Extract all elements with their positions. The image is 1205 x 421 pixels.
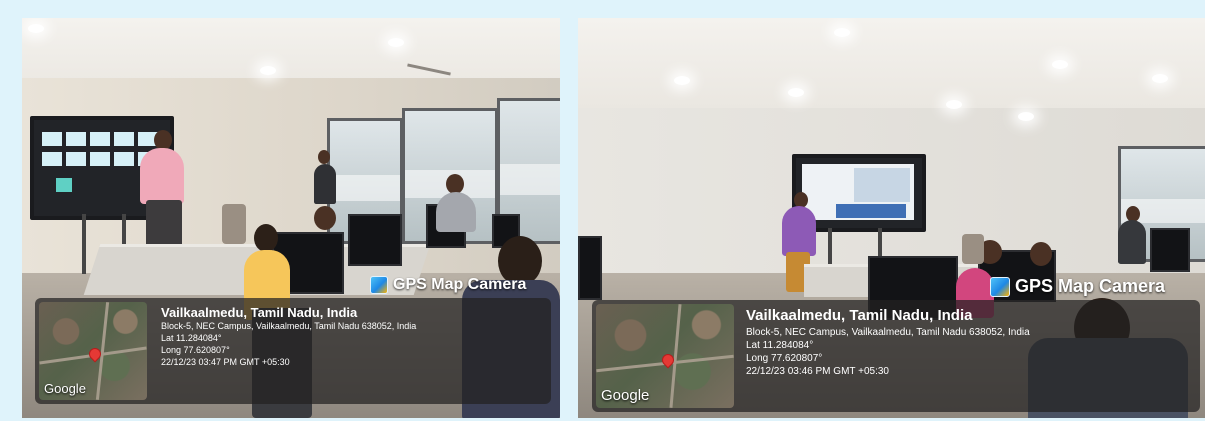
photographer-head bbox=[318, 150, 330, 164]
address-line: Block-5, NEC Campus, Vailkaalmedu, Tamil… bbox=[746, 326, 1030, 338]
geotag-details: Vailkaalmedu, Tamil Nadu, India Block-5,… bbox=[746, 306, 1030, 379]
ceiling-light bbox=[674, 76, 690, 85]
board-stand bbox=[828, 228, 832, 264]
ceiling-light bbox=[388, 38, 404, 47]
ceiling-light bbox=[1152, 74, 1168, 83]
attendee bbox=[436, 192, 476, 232]
brand-label: GPS Map Camera bbox=[393, 276, 527, 293]
attendee-head bbox=[446, 174, 464, 194]
attendee-head bbox=[314, 206, 336, 230]
brand-label: GPS Map Camera bbox=[1015, 276, 1166, 296]
gps-map-camera-icon bbox=[990, 276, 1010, 297]
photographer bbox=[314, 164, 336, 204]
latitude: Lat 11.284084° bbox=[746, 339, 814, 351]
place-name: Vailkaalmedu, Tamil Nadu, India bbox=[161, 305, 358, 320]
timestamp: 22/12/23 03:47 PM GMT +05:30 bbox=[161, 356, 290, 367]
chair bbox=[222, 204, 246, 244]
google-logo: Google bbox=[601, 387, 650, 404]
geotagged-photo-1: GPS Map Camera Google Vailkaalmedu, Tami… bbox=[22, 18, 560, 418]
computer-monitor bbox=[1150, 228, 1190, 272]
geotag-info-panel: Google Vailkaalmedu, Tamil Nadu, India B… bbox=[35, 298, 551, 404]
ceiling-light bbox=[946, 100, 962, 109]
computer-monitor bbox=[578, 236, 602, 300]
map-thumbnail: Google bbox=[596, 304, 734, 408]
geotag-info-panel: Google Vailkaalmedu, Tamil Nadu, India B… bbox=[592, 300, 1200, 412]
ceiling-light bbox=[788, 88, 804, 97]
gps-map-camera-badge: GPS Map Camera bbox=[370, 276, 526, 294]
gps-map-camera-icon bbox=[370, 276, 388, 294]
ceiling-light bbox=[1018, 112, 1034, 121]
board-stand bbox=[82, 214, 86, 274]
gps-map-camera-badge: GPS Map Camera bbox=[990, 276, 1165, 297]
google-logo: Google bbox=[44, 381, 86, 396]
attendee-head bbox=[1030, 242, 1052, 266]
geotagged-photo-2: GPS Map Camera Google Vailkaalmedu, Tami… bbox=[578, 18, 1205, 418]
presenter bbox=[782, 206, 816, 256]
longitude: Long 77.620807° bbox=[746, 353, 823, 365]
ceiling-light bbox=[28, 24, 44, 33]
latitude: Lat 11.284084° bbox=[161, 333, 222, 344]
chair bbox=[962, 234, 984, 264]
timestamp: 22/12/23 03:46 PM GMT +05:30 bbox=[746, 366, 889, 378]
presenter bbox=[140, 148, 184, 204]
attendee bbox=[1118, 220, 1146, 264]
ceiling-light bbox=[1052, 60, 1068, 69]
longitude: Long 77.620807° bbox=[161, 344, 230, 355]
computer-monitor bbox=[348, 214, 402, 266]
place-name: Vailkaalmedu, Tamil Nadu, India bbox=[746, 307, 973, 324]
geotag-details: Vailkaalmedu, Tamil Nadu, India Block-5,… bbox=[161, 304, 416, 369]
attendee-head bbox=[254, 224, 278, 252]
ceiling-light bbox=[260, 66, 276, 75]
map-thumbnail: Google bbox=[39, 302, 147, 400]
address-line: Block-5, NEC Campus, Vailkaalmedu, Tamil… bbox=[161, 321, 417, 332]
presenter-head bbox=[154, 130, 172, 150]
ceiling-light bbox=[834, 28, 850, 37]
